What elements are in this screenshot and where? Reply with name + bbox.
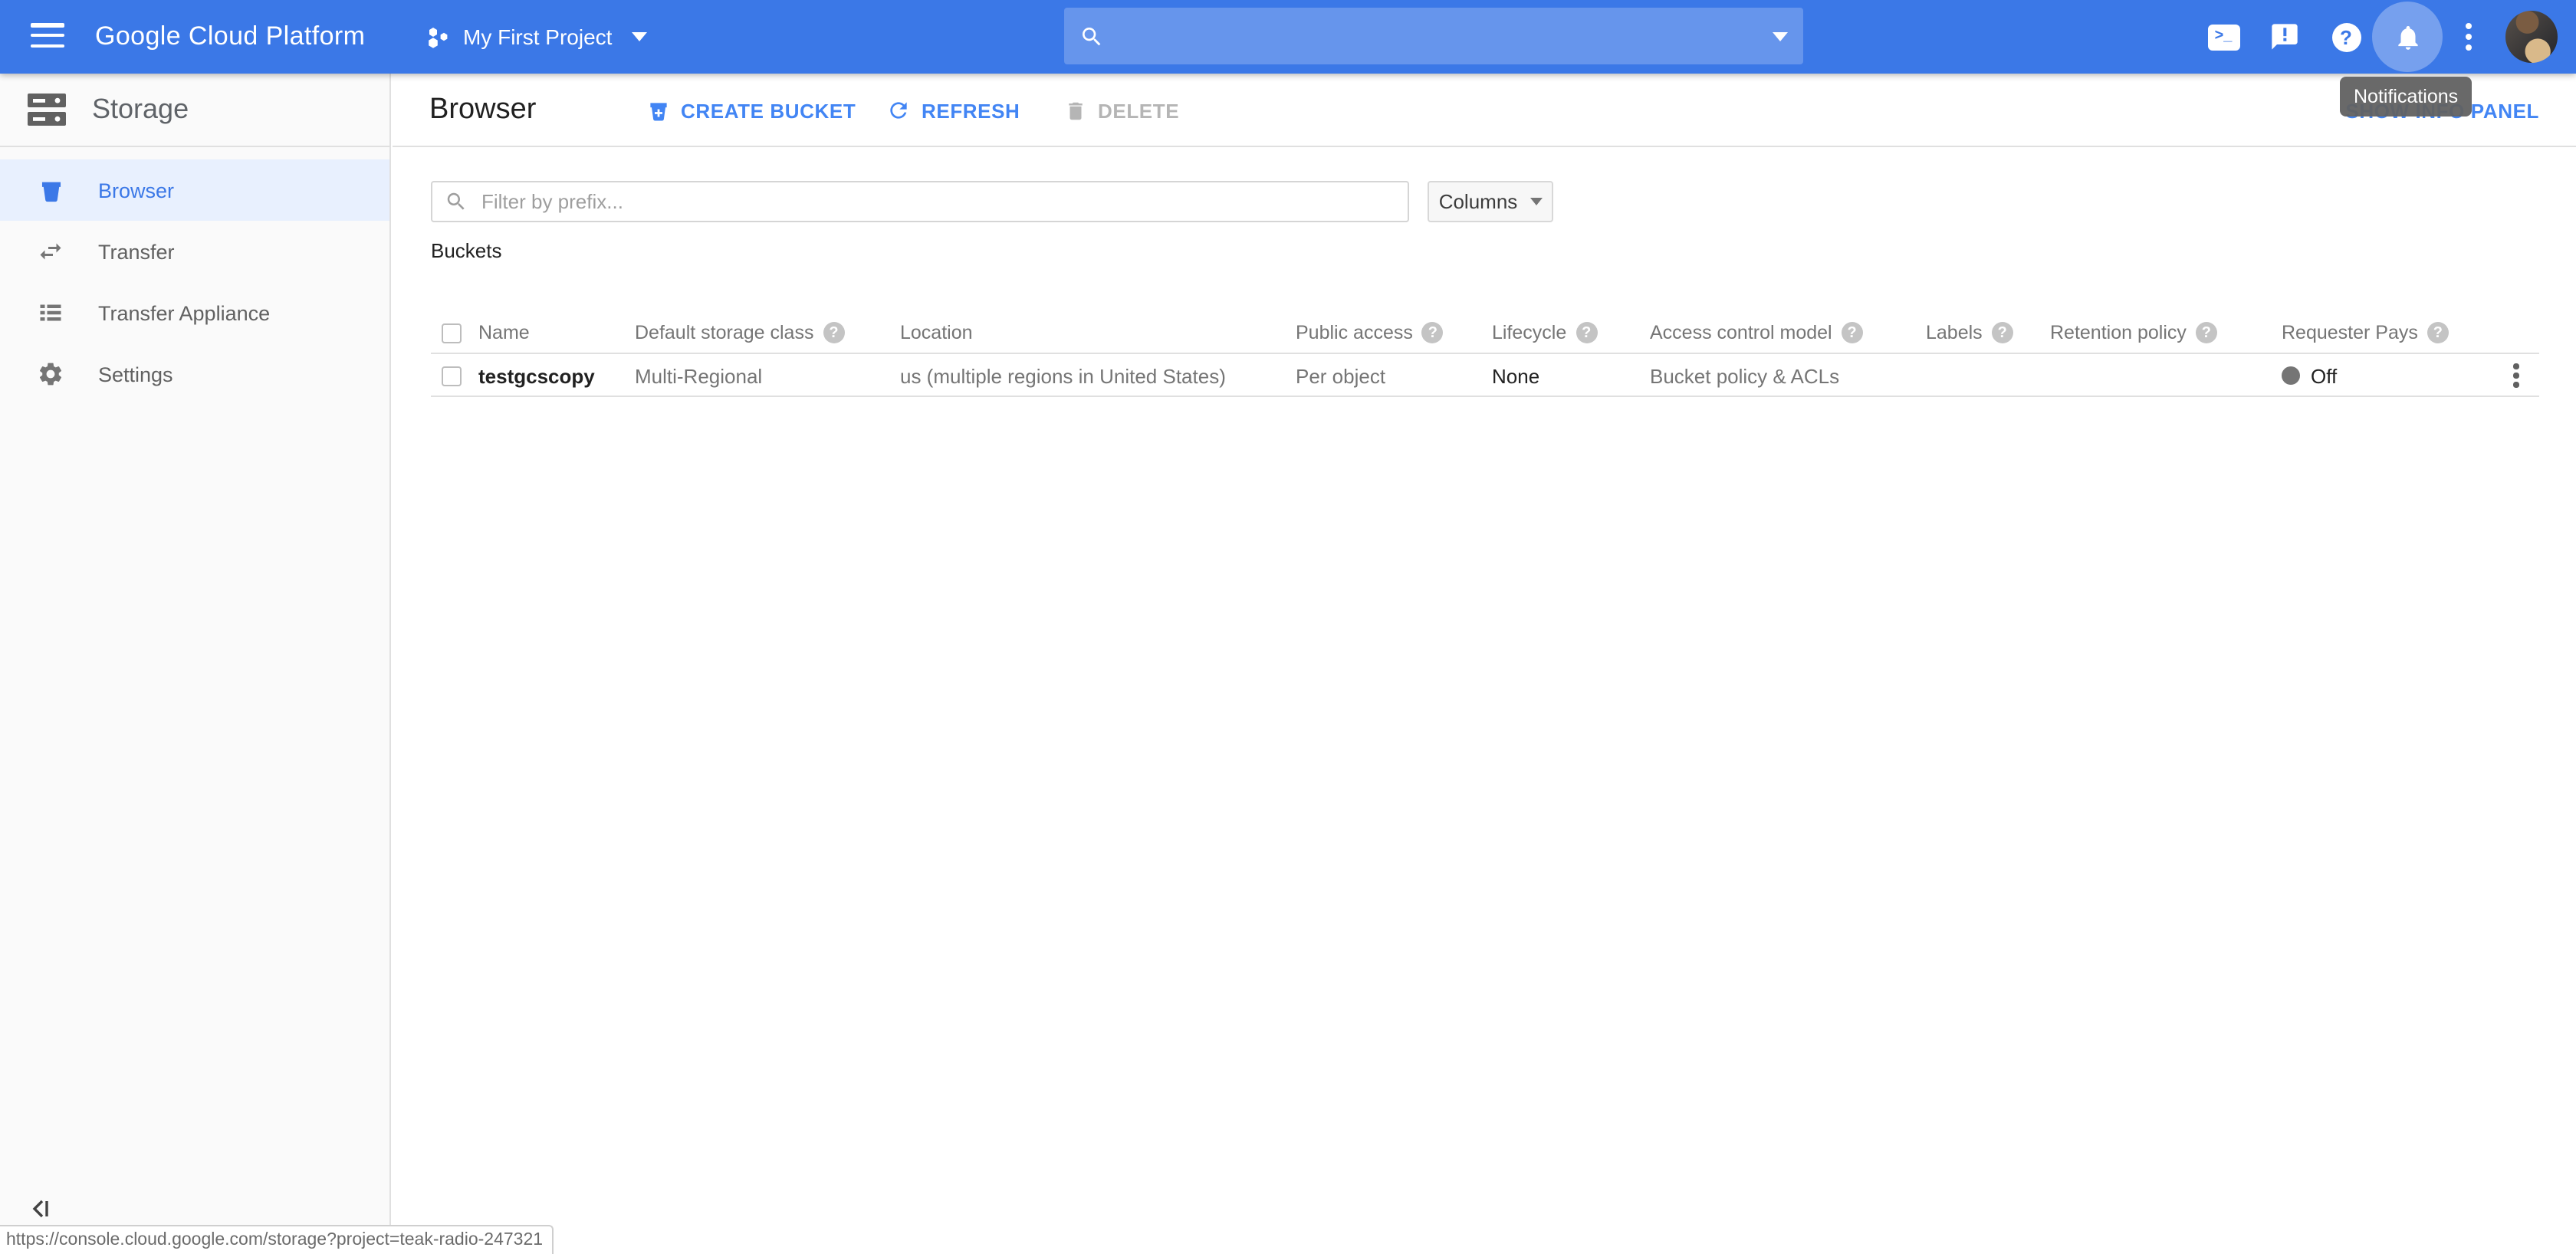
- table-row: testgcscopy Multi-Regional us (multiple …: [431, 354, 2539, 397]
- sidebar-item-settings[interactable]: Settings: [0, 343, 389, 405]
- create-bucket-icon: [647, 99, 670, 122]
- menu-icon[interactable]: [31, 23, 64, 51]
- row-checkbox[interactable]: [442, 366, 462, 386]
- col-header-labels[interactable]: Labels: [1926, 322, 1983, 343]
- collapse-chevron-icon: [29, 1197, 52, 1220]
- bucket-access-control: Bucket policy & ACLs: [1650, 354, 1839, 397]
- question-circle-icon: ?: [2331, 22, 2361, 51]
- help-button[interactable]: ?: [2315, 0, 2377, 74]
- columns-label: Columns: [1439, 190, 1518, 213]
- swap-arrows-icon: [37, 238, 64, 265]
- col-header-storage-class[interactable]: Default storage class: [635, 322, 813, 343]
- bucket-public-access: Per object: [1296, 354, 1385, 397]
- sidebar-nav: Browser Transfer Transfer Appliance: [0, 147, 389, 405]
- help-icon[interactable]: ?: [1422, 322, 1444, 343]
- sidebar-item-browser[interactable]: Browser: [0, 159, 389, 221]
- bucket-requester-pays: Off: [2282, 354, 2337, 397]
- terminal-prompt-icon: >_: [2207, 24, 2239, 50]
- filter-search-icon: [445, 190, 468, 213]
- product-logo[interactable]: Google Cloud Platform: [95, 0, 365, 74]
- vertical-dots-icon: [2466, 23, 2472, 51]
- sidebar-item-label: Settings: [98, 363, 173, 386]
- topbar-actions: >_ ?: [2193, 0, 2576, 74]
- global-search-input[interactable]: [1064, 8, 1803, 64]
- notifications-button[interactable]: [2377, 0, 2438, 74]
- trash-icon: [1064, 99, 1087, 122]
- page-header: Browser CREATE BUCKET REFRESH DELETE SHO…: [393, 74, 2576, 147]
- col-header-access-control[interactable]: Access control model: [1650, 322, 1832, 343]
- storage-product-icon: [26, 92, 67, 127]
- table-header-row: Name Default storage class ? Location Pu…: [431, 311, 2539, 354]
- help-icon[interactable]: ?: [823, 322, 844, 343]
- cloud-shell-button[interactable]: >_: [2193, 0, 2254, 74]
- bucket-location: us (multiple regions in United States): [900, 354, 1226, 397]
- columns-button[interactable]: Columns: [1428, 181, 1553, 222]
- sidebar-header: Storage: [0, 74, 389, 147]
- col-header-requester-pays[interactable]: Requester Pays: [2282, 322, 2418, 343]
- buckets-section-label: Buckets: [431, 239, 502, 262]
- feedback-button[interactable]: [2254, 0, 2315, 74]
- bucket-name-link[interactable]: testgcscopy: [478, 354, 595, 397]
- create-bucket-button[interactable]: CREATE BUCKET: [647, 74, 856, 147]
- sidebar: Storage Browser Transfer: [0, 74, 391, 1254]
- page-title: Browser: [429, 94, 536, 127]
- sidebar-item-label: Transfer: [98, 240, 175, 263]
- sidebar-item-transfer-appliance[interactable]: Transfer Appliance: [0, 282, 389, 343]
- filter-input[interactable]: [478, 189, 1395, 215]
- col-header-name[interactable]: Name: [478, 322, 530, 343]
- sidebar-item-label: Transfer Appliance: [98, 301, 270, 324]
- bucket-lifecycle: None: [1492, 354, 1539, 397]
- refresh-button[interactable]: REFRESH: [886, 74, 1020, 147]
- filter-field[interactable]: [431, 181, 1409, 222]
- search-icon: [1079, 24, 1104, 48]
- browser-status-bar: https://console.cloud.google.com/storage…: [0, 1225, 554, 1254]
- appliance-list-icon: [37, 299, 64, 327]
- bucket-storage-class: Multi-Regional: [635, 354, 762, 397]
- project-hexagons-icon: [426, 24, 452, 50]
- help-icon[interactable]: ?: [1842, 322, 1863, 343]
- help-icon[interactable]: ?: [2427, 322, 2449, 343]
- account-avatar[interactable]: [2505, 11, 2558, 63]
- select-all-checkbox[interactable]: [442, 323, 462, 343]
- sidebar-item-transfer[interactable]: Transfer: [0, 221, 389, 282]
- status-url: https://console.cloud.google.com/storage…: [6, 1231, 543, 1249]
- help-icon[interactable]: ?: [2196, 322, 2217, 343]
- bucket-icon: [37, 176, 64, 204]
- sidebar-item-label: Browser: [98, 179, 174, 202]
- requester-pays-off-icon: [2282, 366, 2300, 385]
- create-bucket-label: CREATE BUCKET: [681, 99, 856, 122]
- col-header-lifecycle[interactable]: Lifecycle: [1492, 322, 1566, 343]
- project-switcher[interactable]: My First Project: [426, 0, 647, 74]
- delete-label: DELETE: [1098, 99, 1179, 122]
- delete-button[interactable]: DELETE: [1064, 74, 1179, 147]
- refresh-label: REFRESH: [922, 99, 1020, 122]
- more-options-button[interactable]: [2438, 0, 2499, 74]
- main-content: Browser CREATE BUCKET REFRESH DELETE SHO…: [393, 74, 2576, 1254]
- col-header-public-access[interactable]: Public access: [1296, 322, 1413, 343]
- sidebar-title: Storage: [92, 94, 189, 126]
- col-header-retention-policy[interactable]: Retention policy: [2050, 322, 2187, 343]
- project-name: My First Project: [463, 25, 612, 49]
- gear-icon: [37, 360, 64, 388]
- bell-icon: [2393, 22, 2422, 51]
- collapse-sidebar-button[interactable]: [29, 1197, 54, 1222]
- help-icon[interactable]: ?: [1992, 322, 2013, 343]
- help-icon[interactable]: ?: [1576, 322, 1597, 343]
- notifications-tooltip: Notifications: [2340, 77, 2472, 117]
- col-header-location[interactable]: Location: [900, 322, 973, 343]
- row-overflow-menu-button[interactable]: [2507, 358, 2525, 394]
- top-app-bar: Google Cloud Platform My First Project >…: [0, 0, 2576, 74]
- columns-caret-icon: [1530, 198, 1542, 205]
- refresh-icon: [886, 98, 911, 123]
- speech-bubble-exclamation-icon: [2269, 21, 2300, 52]
- search-dropdown-caret-icon[interactable]: [1773, 31, 1788, 41]
- buckets-table: Name Default storage class ? Location Pu…: [431, 311, 2539, 397]
- chevron-down-icon: [632, 32, 647, 41]
